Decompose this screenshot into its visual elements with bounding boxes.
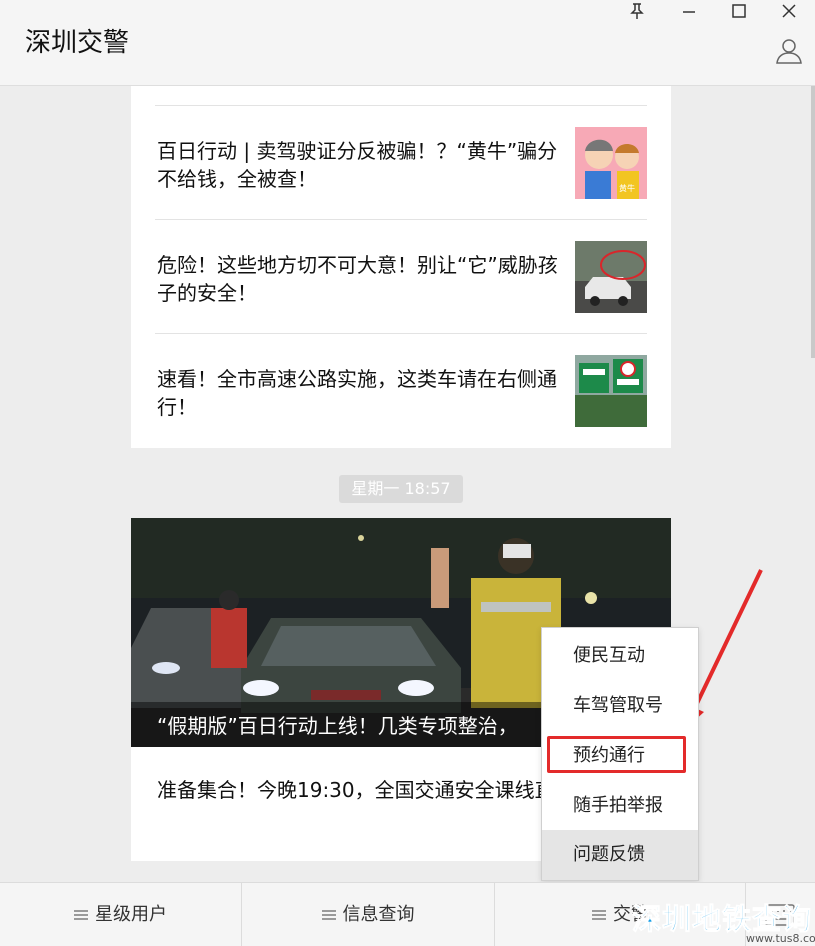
- pin-icon[interactable]: [624, 2, 650, 28]
- title-bar: 深圳交警: [0, 0, 815, 86]
- maximize-icon[interactable]: [726, 2, 752, 28]
- tab-star-user[interactable]: 星级用户: [0, 883, 241, 946]
- highlight-box: [547, 736, 686, 773]
- article-list-card: 百日行动 | 卖驾驶证分反被骗！？“黄牛”骗分不给钱，全被查！ 黄牛 危险！这些…: [131, 86, 671, 448]
- profile-icon[interactable]: [775, 37, 803, 65]
- tab-info-query[interactable]: 信息查询: [242, 883, 494, 946]
- watermark: 深圳地铁查询 www.tus8.com: [631, 896, 815, 946]
- tab-label: 信息查询: [342, 904, 415, 925]
- menu-icon: [592, 910, 606, 920]
- article-item[interactable]: 百日行动 | 卖驾驶证分反被骗！？“黄牛”骗分不给钱，全被查！ 黄牛: [155, 105, 647, 219]
- minimize-icon[interactable]: [676, 2, 702, 28]
- article-thumbnail: [575, 355, 647, 427]
- menu-icon: [74, 910, 88, 920]
- article-item[interactable]: 危险！这些地方切不可大意！别让“它”威胁孩子的安全！: [155, 219, 647, 333]
- menu-item-photo-report[interactable]: 随手拍举报: [542, 781, 698, 831]
- message-timestamp: 星期一 18:57: [339, 475, 463, 503]
- article-title: 百日行动 | 卖驾驶证分反被骗！？“黄牛”骗分不给钱，全被查！: [157, 139, 558, 191]
- article-thumbnail: [575, 241, 647, 313]
- article-title: 危险！这些地方切不可大意！别让“它”威胁孩子的安全！: [157, 253, 558, 305]
- close-icon[interactable]: [776, 2, 802, 28]
- menu-item-convenience-interaction[interactable]: 便民互动: [542, 631, 698, 681]
- menu-item-vehicle-license-queue[interactable]: 车驾管取号: [542, 681, 698, 731]
- menu-item-feedback[interactable]: 问题反馈: [542, 830, 698, 880]
- article-item[interactable]: 速看！全市高速公路实施，这类车请在右侧通行！: [155, 333, 647, 448]
- article-title: 速看！全市高速公路实施，这类车请在右侧通行！: [157, 367, 557, 419]
- watermark-url: www.tus8.com: [746, 932, 815, 945]
- menu-icon: [321, 910, 336, 920]
- thumbnail-label: 黄牛: [619, 183, 635, 193]
- scrollbar[interactable]: [811, 86, 815, 358]
- tab-label: 星级用户: [95, 904, 167, 925]
- article-thumbnail: 黄牛: [575, 127, 647, 199]
- cover-caption: “假期版”百日行动上线！几类专项整治，: [157, 714, 518, 738]
- window-title: 深圳交警: [25, 28, 130, 58]
